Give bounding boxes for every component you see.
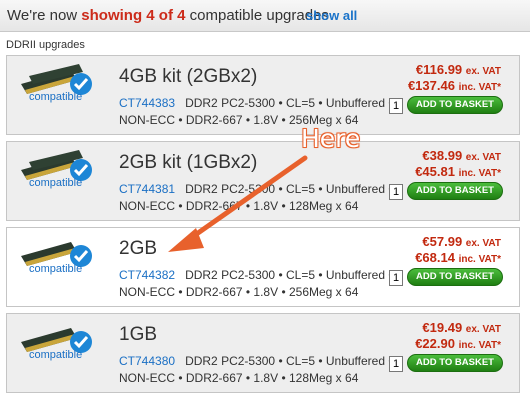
quantity-field[interactable]: 1: [389, 184, 403, 200]
show-all-link[interactable]: show all: [306, 8, 357, 23]
spec-line-2: NON-ECC • DDR2-667 • 1.8V • 256Meg x 64: [119, 285, 359, 299]
part-number-link[interactable]: CT744383: [119, 96, 175, 110]
product-title: 2GB kit (1GBx2): [119, 152, 258, 173]
part-number-link[interactable]: CT744381: [119, 182, 175, 196]
price-inc-vat: €68.14 inc. VAT*: [415, 250, 501, 265]
add-to-basket-button[interactable]: ADD TO BASKET: [407, 268, 503, 286]
price-inc-vat: €45.81 inc. VAT*: [415, 164, 501, 179]
product-description: CT744382 DDR2 PC2-5300 • CL=5 • Unbuffer…: [119, 267, 393, 301]
summary-prefix: We're now: [7, 7, 78, 24]
compatible-label: compatible: [29, 91, 83, 103]
product-description: CT744380 DDR2 PC2-5300 • CL=5 • Unbuffer…: [119, 353, 393, 387]
add-to-basket-button[interactable]: ADD TO BASKET: [407, 96, 503, 114]
spec-line-2: NON-ECC • DDR2-667 • 1.8V • 128Meg x 64: [119, 371, 359, 385]
product-title: 2GB: [119, 238, 158, 259]
price-inc-vat: €137.46 inc. VAT*: [407, 78, 501, 93]
spec-line-1: DDR2 PC2-5300 • CL=5 • Unbuffered •: [185, 182, 393, 196]
product-card: compatible 1GB CT744380 DDR2 PC2-5300 • …: [6, 313, 520, 393]
price-ex-vat: €38.99 ex. VAT: [422, 148, 501, 163]
price-ex-vat: €19.49 ex. VAT: [422, 320, 501, 335]
annotation-label: Here: [301, 124, 361, 153]
quantity-field[interactable]: 1: [389, 98, 403, 114]
compatible-label: compatible: [29, 349, 83, 361]
compatible-label: compatible: [29, 177, 83, 189]
spec-line-1: DDR2 PC2-5300 • CL=5 • Unbuffered •: [185, 354, 393, 368]
product-description: CT744381 DDR2 PC2-5300 • CL=5 • Unbuffer…: [119, 181, 393, 215]
part-number-link[interactable]: CT744380: [119, 354, 175, 368]
summary-count: showing 4 of 4: [81, 7, 186, 24]
part-number-link[interactable]: CT744382: [119, 268, 175, 282]
quantity-field[interactable]: 1: [389, 270, 403, 286]
product-title: 1GB: [119, 324, 158, 345]
add-to-basket-button[interactable]: ADD TO BASKET: [407, 354, 503, 372]
product-card: compatible 4GB kit (2GBx2) CT744383 DDR2…: [6, 55, 520, 135]
price-ex-vat: €116.99 ex. VAT: [415, 62, 501, 77]
section-label: DDRII upgrades: [6, 39, 85, 51]
spec-line-1: DDR2 PC2-5300 • CL=5 • Unbuffered •: [185, 96, 393, 110]
product-card: compatible 2GB kit (1GBx2) CT744381 DDR2…: [6, 141, 520, 221]
price-ex-vat: €57.99 ex. VAT: [422, 234, 501, 249]
price-inc-vat: €22.90 inc. VAT*: [415, 336, 501, 351]
add-to-basket-button[interactable]: ADD TO BASKET: [407, 182, 503, 200]
spec-line-2: NON-ECC • DDR2-667 • 1.8V • 128Meg x 64: [119, 199, 359, 213]
spec-line-1: DDR2 PC2-5300 • CL=5 • Unbuffered •: [185, 268, 393, 282]
product-title: 4GB kit (2GBx2): [119, 66, 258, 87]
quantity-field[interactable]: 1: [389, 356, 403, 372]
results-summary: We're now showing 4 of 4 compatible upgr…: [7, 7, 329, 24]
results-header: We're now showing 4 of 4 compatible upgr…: [0, 0, 530, 32]
compatible-label: compatible: [29, 263, 83, 275]
product-card: compatible 2GB CT744382 DDR2 PC2-5300 • …: [6, 227, 520, 307]
